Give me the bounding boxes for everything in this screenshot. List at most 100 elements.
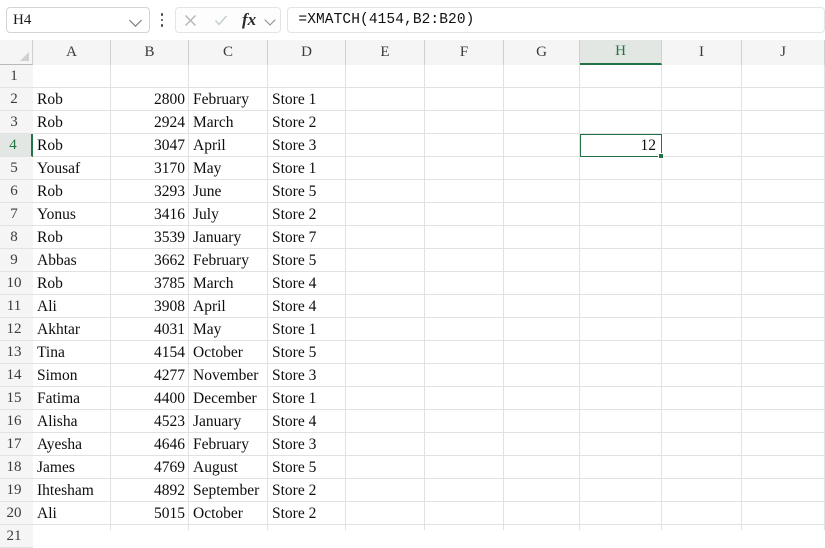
row-header-17[interactable]: 17 <box>0 433 33 456</box>
cell-B15[interactable]: 4400 <box>111 387 189 410</box>
cell-B7[interactable]: 3416 <box>111 203 189 226</box>
cell-C17[interactable]: February <box>189 433 268 456</box>
cell-A16[interactable]: Alisha <box>33 410 111 433</box>
row-header-14[interactable]: 14 <box>0 364 33 387</box>
column-header-c[interactable]: C <box>189 40 268 65</box>
cell-B11[interactable]: 3908 <box>111 295 189 318</box>
cell-C10[interactable]: March <box>189 272 268 295</box>
cell-D17[interactable]: Store 3 <box>268 433 346 456</box>
cell-A14[interactable]: Simon <box>33 364 111 387</box>
cell-C9[interactable]: February <box>189 249 268 272</box>
cell-A2[interactable]: Rob <box>33 88 111 111</box>
cell-D6[interactable]: Store 5 <box>268 180 346 203</box>
row-header-21[interactable]: 21 <box>0 525 33 548</box>
row-header-10[interactable]: 10 <box>0 272 33 295</box>
cell-B5[interactable]: 3170 <box>111 157 189 180</box>
row-header-8[interactable]: 8 <box>0 226 33 249</box>
cell-D11[interactable]: Store 4 <box>268 295 346 318</box>
cell-B9[interactable]: 3662 <box>111 249 189 272</box>
row-header-15[interactable]: 15 <box>0 387 33 410</box>
cell-B16[interactable]: 4523 <box>111 410 189 433</box>
cell-D8[interactable]: Store 7 <box>268 226 346 249</box>
column-header-g[interactable]: G <box>504 40 580 65</box>
row-header-5[interactable]: 5 <box>0 157 33 180</box>
cell-D9[interactable]: Store 5 <box>268 249 346 272</box>
cell-D20[interactable]: Store 2 <box>268 502 346 525</box>
cell-C2[interactable]: February <box>189 88 268 111</box>
cell-D19[interactable]: Store 2 <box>268 479 346 502</box>
cell-D12[interactable]: Store 1 <box>268 318 346 341</box>
cell-C16[interactable]: January <box>189 410 268 433</box>
cell-D15[interactable]: Store 1 <box>268 387 346 410</box>
column-header-f[interactable]: F <box>425 40 504 65</box>
cell-area[interactable]: Rob 2800 February Store 1 Rob 2924 March Store … <box>33 65 825 530</box>
cell-A19[interactable]: Ihtesham <box>33 479 111 502</box>
kebab-menu-icon[interactable] <box>152 7 171 33</box>
cell-D18[interactable]: Store 5 <box>268 456 346 479</box>
cell-C4[interactable]: April <box>189 134 268 157</box>
cell-C20[interactable]: October <box>189 502 268 525</box>
cell-A8[interactable]: Rob <box>33 226 111 249</box>
row-header-11[interactable]: 11 <box>0 295 33 318</box>
cell-B4[interactable]: 3047 <box>111 134 189 157</box>
cell-A3[interactable]: Rob <box>33 111 111 134</box>
row-header-12[interactable]: 12 <box>0 318 33 341</box>
cell-D13[interactable]: Store 5 <box>268 341 346 364</box>
cell-B2[interactable]: 2800 <box>111 88 189 111</box>
name-box[interactable]: H4 <box>6 7 151 33</box>
insert-function-icon[interactable]: fx <box>238 10 260 30</box>
column-header-d[interactable]: D <box>268 40 346 65</box>
cell-C11[interactable]: April <box>189 295 268 318</box>
enter-icon[interactable] <box>208 8 234 32</box>
cell-B10[interactable]: 3785 <box>111 272 189 295</box>
cell-C13[interactable]: October <box>189 341 268 364</box>
cell-D3[interactable]: Store 2 <box>268 111 346 134</box>
row-header-9[interactable]: 9 <box>0 249 33 272</box>
chevron-down-icon[interactable] <box>264 13 278 27</box>
column-header-b[interactable]: B <box>111 40 189 65</box>
fill-handle[interactable] <box>658 153 664 159</box>
cell-A17[interactable]: Ayesha <box>33 433 111 456</box>
cell-A20[interactable]: Ali <box>33 502 111 525</box>
cell-B12[interactable]: 4031 <box>111 318 189 341</box>
chevron-down-icon[interactable] <box>129 13 143 27</box>
cell-D2[interactable]: Store 1 <box>268 88 346 111</box>
cell-B19[interactable]: 4892 <box>111 479 189 502</box>
cell-B20[interactable]: 5015 <box>111 502 189 525</box>
cell-B18[interactable]: 4769 <box>111 456 189 479</box>
cell-A15[interactable]: Fatima <box>33 387 111 410</box>
cell-C15[interactable]: December <box>189 387 268 410</box>
cell-A7[interactable]: Yonus <box>33 203 111 226</box>
cell-A10[interactable]: Rob <box>33 272 111 295</box>
column-header-a[interactable]: A <box>33 40 111 65</box>
cell-D14[interactable]: Store 3 <box>268 364 346 387</box>
cell-C7[interactable]: July <box>189 203 268 226</box>
row-header-16[interactable]: 16 <box>0 410 33 433</box>
row-header-7[interactable]: 7 <box>0 203 33 226</box>
cell-B6[interactable]: 3293 <box>111 180 189 203</box>
row-header-4[interactable]: 4 <box>0 134 33 157</box>
row-header-3[interactable]: 3 <box>0 111 33 134</box>
column-header-j[interactable]: J <box>742 40 825 65</box>
cell-A12[interactable]: Akhtar <box>33 318 111 341</box>
row-header-13[interactable]: 13 <box>0 341 33 364</box>
cell-D5[interactable]: Store 1 <box>268 157 346 180</box>
formula-input[interactable]: =XMATCH(4154,B2:B20) <box>287 7 825 33</box>
cell-C14[interactable]: November <box>189 364 268 387</box>
row-header-2[interactable]: 2 <box>0 88 33 111</box>
cell-D10[interactable]: Store 4 <box>268 272 346 295</box>
cell-B3[interactable]: 2924 <box>111 111 189 134</box>
row-header-6[interactable]: 6 <box>0 180 33 203</box>
cell-C3[interactable]: March <box>189 111 268 134</box>
row-header-20[interactable]: 20 <box>0 502 33 525</box>
cell-A18[interactable]: James <box>33 456 111 479</box>
cell-A9[interactable]: Abbas <box>33 249 111 272</box>
column-header-e[interactable]: E <box>346 40 425 65</box>
column-header-i[interactable]: I <box>662 40 742 65</box>
cell-A6[interactable]: Rob <box>33 180 111 203</box>
cell-C18[interactable]: August <box>189 456 268 479</box>
cell-A13[interactable]: Tina <box>33 341 111 364</box>
row-header-1[interactable]: 1 <box>0 65 33 88</box>
cell-A5[interactable]: Yousaf <box>33 157 111 180</box>
cell-B14[interactable]: 4277 <box>111 364 189 387</box>
